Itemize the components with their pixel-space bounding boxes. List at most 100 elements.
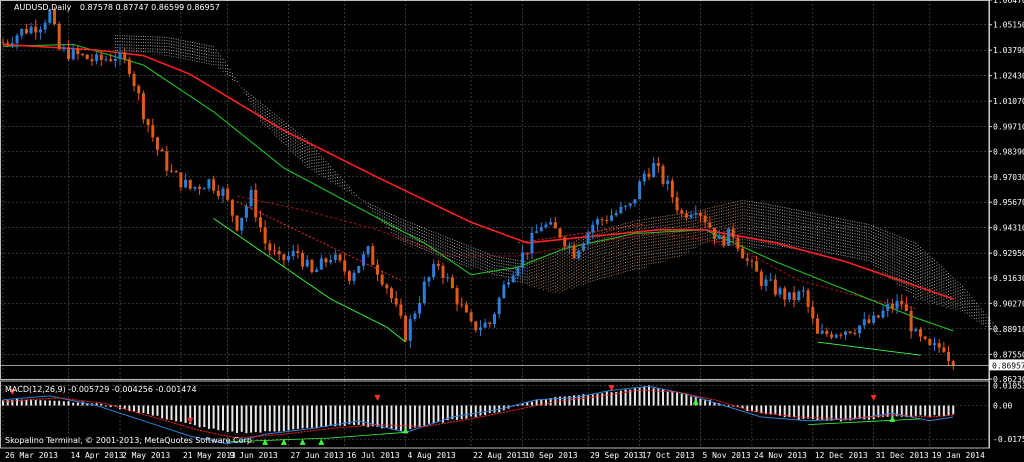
candle-body <box>450 277 454 289</box>
candle-body <box>193 186 197 189</box>
candle-body <box>315 269 319 273</box>
macd-bar <box>699 398 702 406</box>
candle-body <box>390 288 394 299</box>
macd-bar <box>44 400 47 406</box>
candle-body <box>530 232 534 254</box>
macd-bar <box>376 405 379 427</box>
macd-bar <box>147 405 150 415</box>
time-axis-label: 12 Dec 2013 <box>815 451 868 460</box>
price-axis-label: 1.02430 <box>993 72 1024 81</box>
macd-bar <box>259 405 262 433</box>
macd-bar <box>170 405 173 421</box>
macd-bar <box>437 405 440 422</box>
candle-body <box>656 163 660 166</box>
candle-body <box>272 250 276 252</box>
macd-bar <box>671 391 674 406</box>
candle-body <box>422 281 426 304</box>
candle-body <box>235 215 239 231</box>
macd-bar <box>254 405 257 433</box>
candle-body <box>319 258 323 270</box>
candle-body <box>581 243 585 251</box>
candle-body <box>741 248 745 259</box>
macd-bar <box>175 405 178 422</box>
time-axis-label: 29 Sep 2013 <box>590 451 643 460</box>
candle-body <box>85 54 89 60</box>
candle-body <box>867 319 871 323</box>
candle-body <box>380 274 384 285</box>
macd-bar <box>34 400 37 406</box>
candle-body <box>95 54 99 62</box>
macd-bar <box>413 405 416 428</box>
macd-bar <box>605 391 608 406</box>
macd-bar <box>198 405 201 428</box>
candle-body <box>511 275 515 283</box>
macd-bar <box>292 405 295 430</box>
candle-body <box>605 219 609 221</box>
macd-bar <box>938 405 941 416</box>
candle-body <box>567 245 571 247</box>
candle-body <box>240 217 244 231</box>
candle-body <box>427 277 431 282</box>
candle-body <box>282 254 286 261</box>
candle-body <box>493 314 496 324</box>
candle-body <box>563 237 567 247</box>
macd-bar <box>488 405 491 414</box>
candle-body <box>521 252 525 268</box>
time-axis-label: 5 Nov 2013 <box>702 451 750 460</box>
time-axis-label: 10 Sep 2013 <box>525 451 578 460</box>
macd-bar <box>67 401 70 406</box>
macd-bar <box>133 405 136 412</box>
time-axis-label: 27 Jun 2013 <box>291 451 344 460</box>
macd-bar <box>48 400 51 406</box>
candle-body <box>806 290 810 307</box>
price-axis-label: 0.92950 <box>993 249 1024 258</box>
candle-body <box>497 298 501 315</box>
candle-body <box>558 228 562 238</box>
macd-bar <box>933 405 936 416</box>
candle-body <box>638 181 642 200</box>
macd-bar <box>324 405 327 427</box>
candle-body <box>549 222 553 225</box>
candle-body <box>15 35 19 44</box>
macd-bar <box>427 405 430 424</box>
macd-bar <box>236 405 239 433</box>
macd-bar <box>367 405 370 428</box>
symbol-name: AUDUSD,Daily <box>14 3 72 12</box>
macd-bar <box>676 392 679 406</box>
macd-bar <box>741 405 744 408</box>
candle-body <box>778 288 782 295</box>
macd-bar <box>217 405 220 431</box>
time-axis-label: 22 Aug 2013 <box>473 451 526 460</box>
candle-body <box>413 313 417 320</box>
macd-bar <box>123 405 126 409</box>
macd-bar <box>151 405 154 416</box>
time-axis-label: 14 Apr 2013 <box>71 451 124 460</box>
candle-body <box>52 9 56 24</box>
candle-body <box>787 292 791 300</box>
macd-bar <box>109 405 112 408</box>
time-axis-label: 19 Jan 2014 <box>932 451 985 460</box>
macd-bar <box>315 405 318 429</box>
candle-body <box>418 303 422 314</box>
candle-body <box>198 186 202 189</box>
candle-body <box>876 315 880 318</box>
candle-body <box>872 315 876 323</box>
macd-bar <box>493 405 496 413</box>
candle-body <box>20 28 24 36</box>
macd-bar <box>362 405 365 426</box>
macd-bar <box>793 405 796 418</box>
candle-body <box>858 325 862 334</box>
candle-body <box>460 304 464 306</box>
macd-bar <box>680 393 683 406</box>
symbol-header: AUDUSD,Daily 0.87578 0.87747 0.86599 0.8… <box>14 3 220 12</box>
macd-bar <box>250 405 253 433</box>
macd-bar <box>104 405 107 407</box>
candle-body <box>675 197 679 211</box>
candle-body <box>99 54 103 60</box>
candle-body <box>647 173 651 178</box>
price-axis-label: 1.06470 <box>993 0 1024 5</box>
macd-bar <box>942 405 945 417</box>
macd-bar <box>165 405 168 420</box>
macd-bar <box>320 405 323 427</box>
macd-bar <box>910 405 913 417</box>
